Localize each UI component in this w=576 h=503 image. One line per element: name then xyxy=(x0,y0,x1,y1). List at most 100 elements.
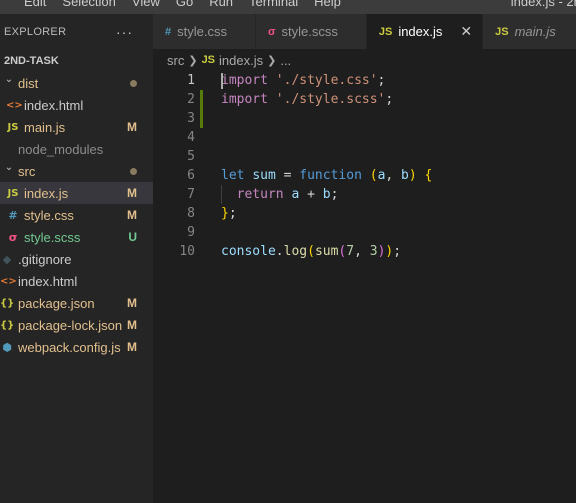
chevron-right-icon: ❯ xyxy=(267,54,277,67)
code-token: . xyxy=(275,244,284,259)
webpack-file-icon: ⬢ xyxy=(2,340,12,354)
explorer-title: EXPLORER xyxy=(4,26,67,38)
menu-item-go[interactable]: Go xyxy=(168,0,201,12)
javascript-file-icon: JS xyxy=(378,25,393,38)
code-token: ) xyxy=(408,168,417,183)
file-tree-item-style-css[interactable]: # style.css M xyxy=(0,204,153,226)
code-token: 3 xyxy=(369,244,378,259)
code-token: = xyxy=(275,168,300,183)
git-status-badge: M xyxy=(127,318,137,332)
git-status-badge: M xyxy=(127,340,137,354)
close-icon[interactable]: ✕ xyxy=(460,23,472,40)
code-token: ( xyxy=(369,168,378,183)
file-tree-item-src[interactable]: ⌄ src xyxy=(0,160,153,182)
tab-label: style.css xyxy=(177,24,227,39)
javascript-file-icon: JS xyxy=(7,187,19,199)
line-number: 4 xyxy=(187,130,195,145)
breadcrumb-symbols[interactable]: ... xyxy=(280,53,291,68)
code-token: import xyxy=(221,73,268,88)
line-number: 7 xyxy=(187,187,195,202)
code-line[interactable]: 8}; xyxy=(153,204,576,223)
code-line[interactable]: 6 let sum = function (a, b) { xyxy=(153,166,576,185)
code-text: console.log(sum(7, 3)); xyxy=(221,242,401,261)
tab-index-js[interactable]: JS index.js ✕ xyxy=(366,14,484,49)
menu-item-run[interactable]: Run xyxy=(201,0,241,12)
breadcrumb-file[interactable]: index.js xyxy=(219,53,263,68)
file-tree-item-package-json[interactable]: {} package.json M xyxy=(0,292,153,314)
tab-style-css[interactable]: # style.css xyxy=(153,14,256,49)
file-tree-item-label: node_modules xyxy=(18,141,104,157)
explorer-header: EXPLORER ··· xyxy=(0,14,153,50)
line-number: 9 xyxy=(187,225,195,240)
file-tree-item-index-js[interactable]: JS index.js M xyxy=(0,182,153,204)
line-number: 3 xyxy=(187,111,195,126)
code-line[interactable]: 2 import './style.scss'; xyxy=(153,90,576,109)
menu-item-selection[interactable]: Selection xyxy=(54,0,123,12)
file-tree-item-label: .gitignore xyxy=(18,251,72,267)
tab-main-js[interactable]: JS main.js xyxy=(483,14,576,49)
code-line[interactable]: 1 import './style.css'; xyxy=(153,71,576,90)
chevron-down-icon: ⌄ xyxy=(4,73,14,85)
code-line[interactable]: 7 return a + b; xyxy=(153,185,576,204)
file-tree: ⌄ dist <> index.html JS main.js Mnode_modules ⌄… xyxy=(0,72,153,358)
tab-label: style.scss xyxy=(281,24,338,39)
code-token: function xyxy=(299,168,362,183)
file-tree-item-index-html[interactable]: <> index.html xyxy=(0,270,153,292)
code-token: let xyxy=(221,168,245,183)
code-line[interactable]: 10 console.log(sum(7, 3)); xyxy=(153,242,576,261)
line-number: 1 xyxy=(187,73,195,88)
html-file-icon: <> xyxy=(6,99,23,111)
css-file-icon: # xyxy=(165,25,172,38)
file-tree-item-index-html[interactable]: <> index.html xyxy=(0,94,153,116)
html-file-icon: <> xyxy=(0,275,17,287)
json-file-icon: {} xyxy=(0,319,15,331)
file-tree-item-main-js[interactable]: JS main.js M xyxy=(0,116,153,138)
file-tree-item-dist[interactable]: ⌄ dist xyxy=(0,72,153,94)
code-line[interactable]: 5 xyxy=(153,147,576,166)
code-token: b xyxy=(322,187,331,202)
git-file-icon: ◆ xyxy=(2,252,12,266)
menu-item-terminal[interactable]: Terminal xyxy=(241,0,306,12)
code-token: './style.css' xyxy=(275,73,378,88)
file-tree-item-gitignore[interactable]: ◆ .gitignore xyxy=(0,248,153,270)
project-folder-header[interactable]: 2ND-TASK xyxy=(0,50,153,72)
breadcrumb-folder[interactable]: src xyxy=(167,53,184,68)
code-token: ; xyxy=(330,187,339,202)
modified-dot-icon xyxy=(130,167,137,175)
code-token: import xyxy=(221,92,268,107)
file-tree-item-webpack-config-js[interactable]: ⬢ webpack.config.js M xyxy=(0,336,153,358)
line-number: 5 xyxy=(187,149,195,164)
code-editor[interactable]: 1 import './style.css'; 2 import './style.s… xyxy=(153,71,576,503)
code-token: './style.scss' xyxy=(275,92,386,107)
code-text: import './style.css'; xyxy=(221,71,385,90)
file-tree-item-package-lock-json[interactable]: {} package-lock.json M xyxy=(0,314,153,336)
code-line[interactable]: 9 xyxy=(153,223,576,242)
ellipsis-icon[interactable]: ··· xyxy=(116,24,133,40)
json-file-icon: {} xyxy=(0,297,15,309)
line-number: 10 xyxy=(179,244,195,259)
git-modified-gutter-indicator[interactable] xyxy=(200,90,203,128)
window-title: index.js - 2r xyxy=(510,0,576,9)
tab-label: index.js xyxy=(398,24,443,39)
menu-item-help[interactable]: Help xyxy=(306,0,349,12)
file-tree-item-node-modules[interactable]: node_modules xyxy=(0,138,153,160)
code-line[interactable]: 4 xyxy=(153,128,576,147)
menu-item-edit[interactable]: Edit xyxy=(16,0,54,12)
code-token: 7 xyxy=(346,244,355,259)
file-tree-item-style-scss[interactable]: σ style.scss U xyxy=(0,226,153,248)
code-text: return a + b; xyxy=(221,185,339,204)
tab-style-scss[interactable]: σ style.scss xyxy=(255,14,367,49)
javascript-file-icon: JS xyxy=(7,121,19,133)
code-token: b xyxy=(401,168,409,183)
chevron-down-icon: ⌄ xyxy=(4,161,14,173)
code-token: , xyxy=(354,244,370,259)
project-name: 2ND-TASK xyxy=(4,55,59,67)
menu-bar: Edit Selection View Go Run Terminal Help index… xyxy=(0,0,576,14)
code-line[interactable]: 3 xyxy=(153,109,576,128)
git-status-badge: M xyxy=(127,296,137,310)
git-status-badge: U xyxy=(128,230,137,244)
menu-item-view[interactable]: View xyxy=(124,0,168,12)
